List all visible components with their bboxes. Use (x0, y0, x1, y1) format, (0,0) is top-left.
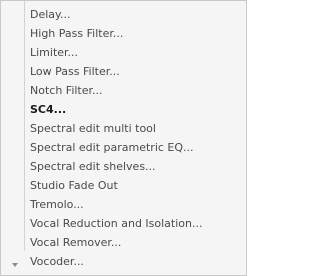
menu-item-notch-filter[interactable]: Notch Filter... (30, 81, 246, 100)
menu-item-list: Delay... High Pass Filter... Limiter... Low… (30, 5, 246, 271)
menu-item-spectral-edit-multi-tool[interactable]: Spectral edit multi tool (30, 119, 246, 138)
menu-gutter-divider (24, 1, 25, 251)
menu-item-vocoder[interactable]: Vocoder... (30, 252, 246, 271)
menu-item-sc4[interactable]: SC4... (30, 100, 246, 119)
menu-item-high-pass-filter[interactable]: High Pass Filter... (30, 24, 246, 43)
menu-item-low-pass-filter[interactable]: Low Pass Filter... (30, 62, 246, 81)
menu-item-vocal-remover[interactable]: Vocal Remover... (30, 233, 246, 252)
menu-item-spectral-edit-parametric-eq[interactable]: Spectral edit parametric EQ... (30, 138, 246, 157)
menu-item-tremolo[interactable]: Tremolo... (30, 195, 246, 214)
menu-item-studio-fade-out[interactable]: Studio Fade Out (30, 176, 246, 195)
effects-dropdown-menu: Delay... High Pass Filter... Limiter... Low… (0, 0, 247, 276)
menu-item-spectral-edit-shelves[interactable]: Spectral edit shelves... (30, 157, 246, 176)
scroll-down-arrow-icon[interactable] (12, 263, 18, 267)
menu-item-delay[interactable]: Delay... (30, 5, 246, 24)
menu-item-vocal-reduction-and-isolation[interactable]: Vocal Reduction and Isolation... (30, 214, 246, 233)
menu-item-limiter[interactable]: Limiter... (30, 43, 246, 62)
